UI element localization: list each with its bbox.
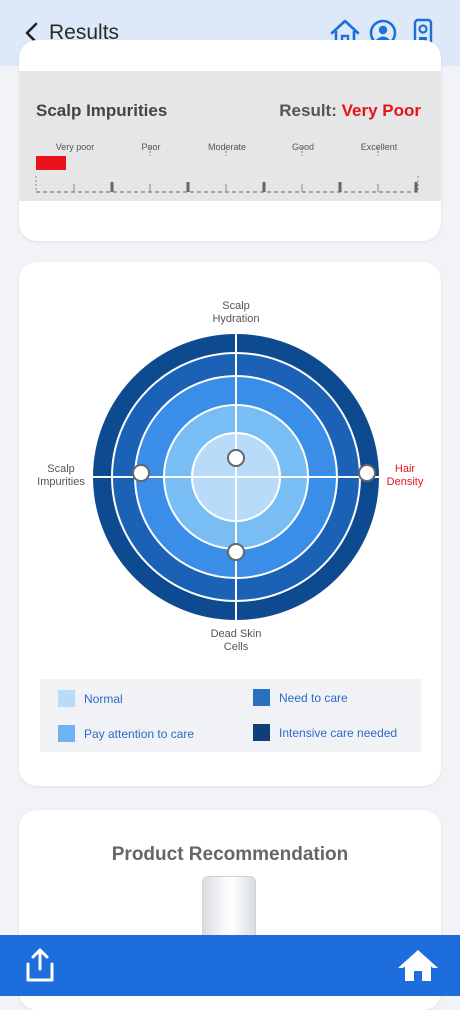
radar-point-hydration[interactable]: [227, 449, 245, 467]
impurities-result: Result: Very Poor: [279, 101, 421, 121]
legend-swatch: [58, 690, 75, 707]
share-icon[interactable]: [25, 947, 55, 983]
legend-swatch: [253, 689, 270, 706]
scale-tick: [262, 182, 266, 192]
impurities-panel: Scalp Impurities Result: Very Poor Very …: [19, 71, 441, 201]
axis-label-left: Scalp Impurities: [37, 463, 85, 488]
product-title: Product Recommendation: [111, 844, 349, 865]
legend-swatch: [58, 725, 75, 742]
radar-card: Scalp Hydration Scalp Impurities Hair Densi…: [19, 262, 441, 786]
radar-legend: Normal Need to care Pay attention to car…: [40, 679, 421, 752]
radar-point-dead-skin[interactable]: [227, 543, 245, 561]
impurities-scale: Very poor Poor Moderate Good Excellent: [35, 142, 419, 193]
scale-label: Excellent: [361, 142, 398, 152]
result-value: Very Poor: [341, 101, 421, 120]
scale-label: Good: [292, 142, 314, 152]
axis-label-right: Hair Density: [386, 463, 424, 488]
impurities-card: Scalp Impurities Result: Very Poor Very …: [19, 40, 441, 241]
radar-point-density[interactable]: [358, 464, 376, 482]
axis-label-top: Scalp Hydration: [212, 300, 260, 325]
impurities-title: Scalp Impurities: [36, 101, 168, 120]
scale-label: Very poor: [56, 142, 95, 152]
scale-level-indicator: [36, 156, 66, 170]
scale-tick: [186, 182, 190, 192]
axis-label-bottom: Dead Skin Cells: [210, 628, 262, 653]
result-label: Result:: [279, 101, 337, 120]
bottom-bar: [0, 935, 460, 996]
radar-point-impurities[interactable]: [132, 464, 150, 482]
home-icon[interactable]: [397, 948, 439, 982]
scale-tick: [110, 182, 114, 192]
scale-label: Moderate: [208, 142, 246, 152]
scale-tick: [338, 182, 342, 192]
scale-tick: [414, 182, 418, 192]
scale-label: Poor: [141, 142, 160, 152]
legend-swatch: [253, 724, 270, 741]
